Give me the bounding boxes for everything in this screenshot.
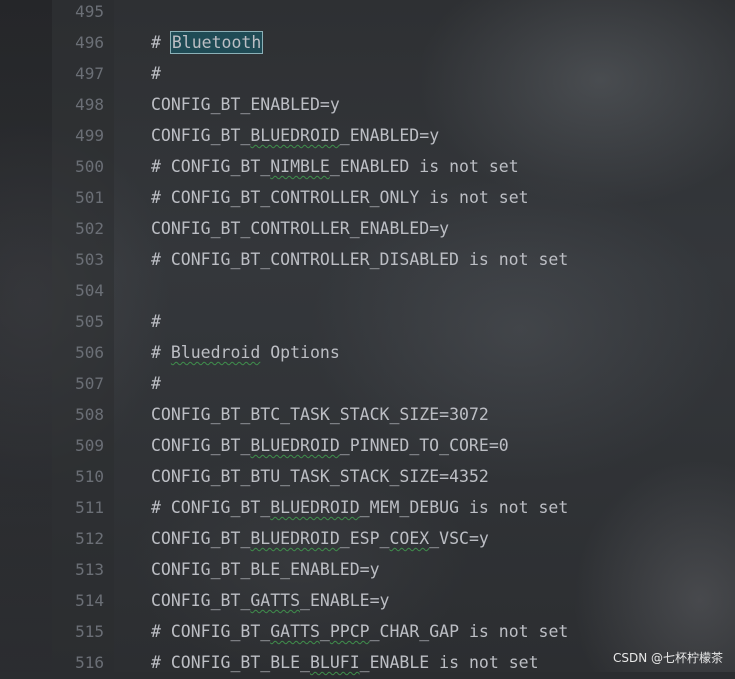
code-text[interactable]: # Bluedroid Options bbox=[151, 342, 340, 364]
code-line[interactable]: 505 # bbox=[0, 307, 735, 338]
code-line[interactable]: 501 # CONFIG_BT_CONTROLLER_ONLY is not se… bbox=[0, 183, 735, 214]
line-number: 501 bbox=[75, 188, 104, 207]
line-number: 505 bbox=[75, 312, 104, 331]
code-line[interactable]: 508 CONFIG_BT_BTC_TASK_STACK_SIZE=3072 bbox=[0, 400, 735, 431]
code-text[interactable]: # CONFIG_BT_BLE_BLUFI_ENABLE is not set bbox=[151, 652, 539, 674]
code-text[interactable]: CONFIG_BT_BTU_TASK_STACK_SIZE=4352 bbox=[151, 466, 489, 488]
code-line[interactable]: 512 CONFIG_BT_BLUEDROID_ESP_COEX_VSC=y bbox=[0, 524, 735, 555]
code-line[interactable]: 496 # Bluetooth bbox=[0, 28, 735, 59]
line-number: 495 bbox=[75, 2, 104, 21]
line-number: 510 bbox=[75, 467, 104, 486]
code-line[interactable]: 511 # CONFIG_BT_BLUEDROID_MEM_DEBUG is no… bbox=[0, 493, 735, 524]
line-number: 499 bbox=[75, 126, 104, 145]
line-number: 508 bbox=[75, 405, 104, 424]
code-text[interactable]: CONFIG_BT_CONTROLLER_ENABLED=y bbox=[151, 218, 449, 240]
code-line[interactable]: 514 CONFIG_BT_GATTS_ENABLE=y bbox=[0, 586, 735, 617]
line-number: 498 bbox=[75, 95, 104, 114]
line-number: 500 bbox=[75, 157, 104, 176]
line-number: 509 bbox=[75, 436, 104, 455]
code-line[interactable]: 504 bbox=[0, 276, 735, 307]
watermark-text: CSDN @七杯柠檬茶 bbox=[612, 651, 723, 665]
code-text[interactable]: # bbox=[151, 373, 161, 395]
code-line[interactable]: 506 # Bluedroid Options bbox=[0, 338, 735, 369]
code-line[interactable]: 502 CONFIG_BT_CONTROLLER_ENABLED=y bbox=[0, 214, 735, 245]
code-text[interactable]: # CONFIG_BT_GATTS_PPCP_CHAR_GAP is not s… bbox=[151, 621, 568, 643]
code-line[interactable]: 498 CONFIG_BT_ENABLED=y bbox=[0, 90, 735, 121]
line-number: 497 bbox=[75, 64, 104, 83]
code-text[interactable]: # CONFIG_BT_BLUEDROID_MEM_DEBUG is not s… bbox=[151, 497, 568, 519]
code-line[interactable]: 507 # bbox=[0, 369, 735, 400]
line-number: 516 bbox=[75, 653, 104, 672]
code-text[interactable]: # bbox=[151, 63, 161, 85]
line-number: 515 bbox=[75, 622, 104, 641]
line-number: 512 bbox=[75, 529, 104, 548]
code-text[interactable]: CONFIG_BT_BLE_ENABLED=y bbox=[151, 559, 380, 581]
code-text[interactable]: CONFIG_BT_BLUEDROID_ESP_COEX_VSC=y bbox=[151, 528, 489, 550]
line-number: 511 bbox=[75, 498, 104, 517]
line-number: 503 bbox=[75, 250, 104, 269]
code-text[interactable]: CONFIG_BT_BLUEDROID_ENABLED=y bbox=[151, 125, 439, 147]
code-line[interactable]: 495 bbox=[0, 0, 735, 28]
line-number: 496 bbox=[75, 33, 104, 52]
code-text[interactable]: # CONFIG_BT_CONTROLLER_DISABLED is not s… bbox=[151, 249, 568, 271]
line-number: 513 bbox=[75, 560, 104, 579]
code-text[interactable]: # bbox=[151, 311, 161, 333]
code-line[interactable]: 509 CONFIG_BT_BLUEDROID_PINNED_TO_CORE=0 bbox=[0, 431, 735, 462]
code-text[interactable]: CONFIG_BT_GATTS_ENABLE=y bbox=[151, 590, 389, 612]
code-text[interactable]: CONFIG_BT_BTC_TASK_STACK_SIZE=3072 bbox=[151, 404, 489, 426]
line-number: 502 bbox=[75, 219, 104, 238]
code-text[interactable]: # CONFIG_BT_NIMBLE_ENABLED is not set bbox=[151, 156, 519, 178]
code-text[interactable]: CONFIG_BT_ENABLED=y bbox=[151, 94, 340, 116]
code-text[interactable]: # CONFIG_BT_CONTROLLER_ONLY is not set bbox=[151, 187, 529, 209]
code-line[interactable]: 500 # CONFIG_BT_NIMBLE_ENABLED is not set bbox=[0, 152, 735, 183]
code-line[interactable]: 513 CONFIG_BT_BLE_ENABLED=y bbox=[0, 555, 735, 586]
selected-word[interactable]: Bluetooth bbox=[169, 31, 264, 54]
code-text[interactable]: CONFIG_BT_BLUEDROID_PINNED_TO_CORE=0 bbox=[151, 435, 509, 457]
line-number: 504 bbox=[75, 281, 104, 300]
line-number: 507 bbox=[75, 374, 104, 393]
code-line[interactable]: 497 # bbox=[0, 59, 735, 90]
code-line[interactable]: 503 # CONFIG_BT_CONTROLLER_DISABLED is no… bbox=[0, 245, 735, 276]
line-number: 514 bbox=[75, 591, 104, 610]
line-number: 506 bbox=[75, 343, 104, 362]
code-text[interactable]: # Bluetooth bbox=[151, 31, 264, 54]
code-line[interactable]: 499 CONFIG_BT_BLUEDROID_ENABLED=y bbox=[0, 121, 735, 152]
code-line[interactable]: 510 CONFIG_BT_BTU_TASK_STACK_SIZE=4352 bbox=[0, 462, 735, 493]
code-line[interactable]: 515 # CONFIG_BT_GATTS_PPCP_CHAR_GAP is no… bbox=[0, 617, 735, 648]
